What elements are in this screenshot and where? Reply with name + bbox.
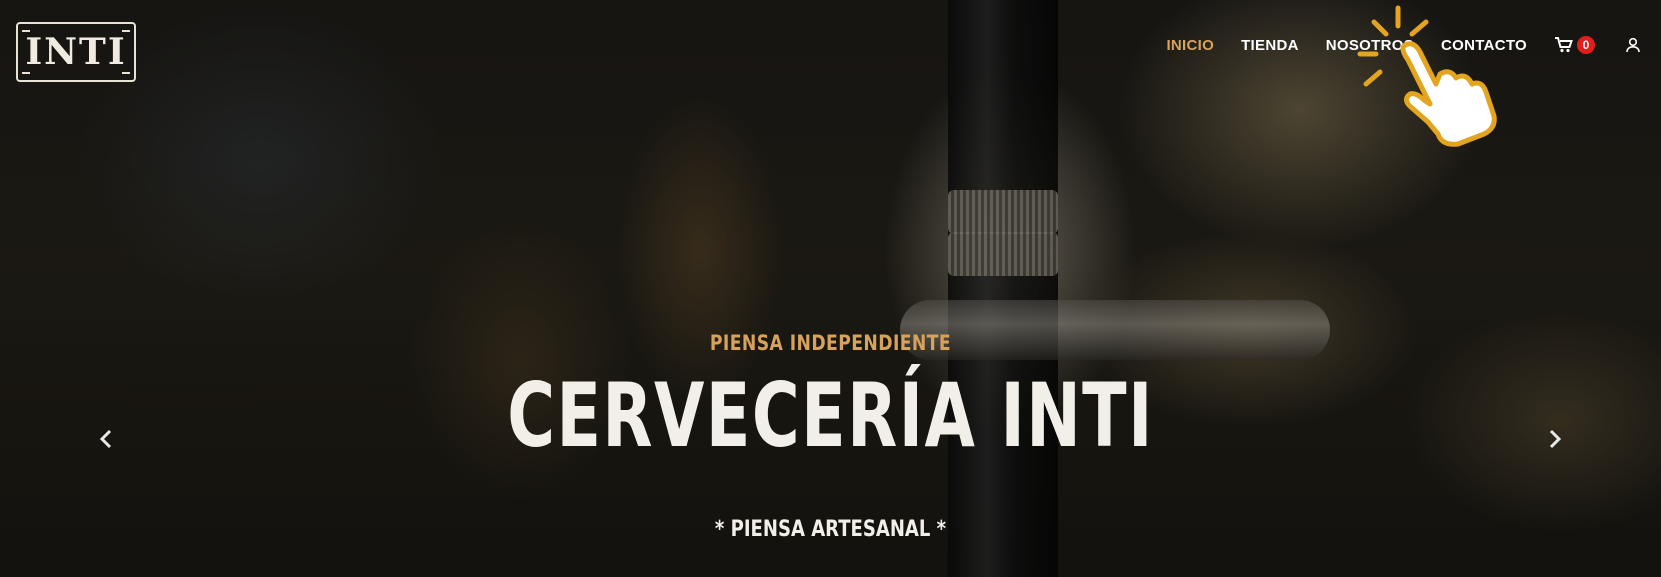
cart-icon: [1555, 37, 1573, 53]
hero-title: CERVECERÍA INTI: [507, 364, 1154, 467]
hero-slider: INTI INICIO TIENDA NOSOTROS CONTACTO 0 P…: [0, 0, 1661, 577]
nav-item-inicio[interactable]: INICIO: [1166, 37, 1214, 54]
hero-tagline: * PIENSA ARTESANAL *: [714, 517, 947, 542]
chevron-left-icon[interactable]: [96, 425, 116, 453]
logo-text: INTI: [25, 31, 127, 73]
hand-pointer-icon: [1357, 5, 1497, 147]
cart-count-badge: 0: [1577, 36, 1595, 54]
hero-kicker: PIENSA INDEPENDIENTE: [709, 331, 952, 355]
site-logo[interactable]: INTI: [16, 22, 136, 82]
user-icon[interactable]: [1625, 37, 1641, 53]
nav-item-tienda[interactable]: TIENDA: [1241, 37, 1299, 54]
cart-button[interactable]: 0: [1555, 36, 1595, 54]
chevron-right-icon[interactable]: [1545, 425, 1565, 453]
